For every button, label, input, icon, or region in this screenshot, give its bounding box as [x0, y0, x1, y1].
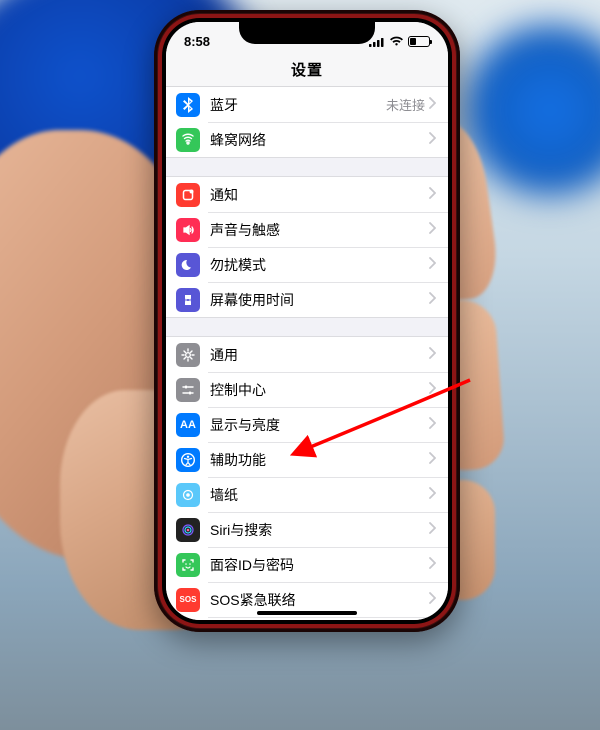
wifi-icon — [389, 36, 404, 47]
row-label: 声音与触感 — [210, 220, 429, 240]
chevron-right-icon — [429, 291, 436, 309]
row-label: 辅助功能 — [210, 450, 429, 470]
settings-group: 通知 声音与触感 — [166, 176, 448, 318]
settings-row-siri[interactable]: Siri与搜索 — [166, 512, 448, 547]
chevron-right-icon — [429, 96, 436, 114]
settings-list[interactable]: 蓝牙 未连接 蜂窝网络 — [166, 86, 448, 620]
chevron-right-icon — [429, 521, 436, 539]
bluetooth-icon — [176, 93, 200, 117]
chevron-right-icon — [429, 256, 436, 274]
chevron-right-icon — [429, 416, 436, 434]
sounds-icon — [176, 218, 200, 242]
chevron-right-icon — [429, 186, 436, 204]
row-label: Siri与搜索 — [210, 520, 429, 540]
battery-icon — [408, 36, 430, 47]
row-label: SOS紧急联络 — [210, 590, 429, 610]
cellular-icon — [176, 128, 200, 152]
settings-row-faceid[interactable]: 面容ID与密码 — [166, 547, 448, 582]
do-not-disturb-icon — [176, 253, 200, 277]
accessibility-icon — [176, 448, 200, 472]
settings-row-notifications[interactable]: 通知 — [166, 177, 448, 212]
settings-group: 通用 控制中心 — [166, 336, 448, 620]
settings-row-sounds[interactable]: 声音与触感 — [166, 212, 448, 247]
settings-group: 蓝牙 未连接 蜂窝网络 — [166, 86, 448, 158]
settings-row-accessibility[interactable]: 辅助功能 — [166, 442, 448, 477]
row-label: 通知 — [210, 185, 429, 205]
page-title: 设置 — [166, 56, 448, 87]
row-label: 显示与亮度 — [210, 415, 429, 435]
row-value: 未连接 — [386, 95, 425, 114]
chevron-right-icon — [429, 131, 436, 149]
row-label: 控制中心 — [210, 380, 429, 400]
chevron-right-icon — [429, 451, 436, 469]
settings-row-display[interactable]: AA 显示与亮度 — [166, 407, 448, 442]
settings-row-cellular[interactable]: 蜂窝网络 — [166, 122, 448, 157]
screentime-icon — [176, 288, 200, 312]
row-label: 墙纸 — [210, 485, 429, 505]
row-label: 通用 — [210, 345, 429, 365]
home-indicator[interactable] — [257, 611, 357, 615]
chevron-right-icon — [429, 591, 436, 609]
display-icon: AA — [176, 413, 200, 437]
device-notch — [239, 18, 375, 44]
row-label: 勿扰模式 — [210, 255, 429, 275]
row-label: 面容ID与密码 — [210, 555, 429, 575]
settings-row-wallpaper[interactable]: 墙纸 — [166, 477, 448, 512]
settings-row-screentime[interactable]: 屏幕使用时间 — [166, 282, 448, 317]
phone-frame: 8:58 — [154, 10, 460, 632]
sos-icon: SOS — [176, 588, 200, 612]
notifications-icon — [176, 183, 200, 207]
wallpaper-icon — [176, 483, 200, 507]
general-icon — [176, 343, 200, 367]
chevron-right-icon — [429, 486, 436, 504]
settings-row-battery[interactable]: 电池 — [166, 617, 448, 620]
row-label: 蜂窝网络 — [210, 130, 429, 150]
chevron-right-icon — [429, 556, 436, 574]
row-label: 蓝牙 — [210, 95, 386, 115]
status-time: 8:58 — [184, 29, 244, 49]
siri-icon — [176, 518, 200, 542]
settings-row-bluetooth[interactable]: 蓝牙 未连接 — [166, 87, 448, 122]
settings-row-dnd[interactable]: 勿扰模式 — [166, 247, 448, 282]
chevron-right-icon — [429, 221, 436, 239]
settings-row-general[interactable]: 通用 — [166, 337, 448, 372]
settings-row-controlcenter[interactable]: 控制中心 — [166, 372, 448, 407]
chevron-right-icon — [429, 346, 436, 364]
faceid-icon — [176, 553, 200, 577]
control-center-icon — [176, 378, 200, 402]
row-label: 屏幕使用时间 — [210, 290, 429, 310]
chevron-right-icon — [429, 381, 436, 399]
